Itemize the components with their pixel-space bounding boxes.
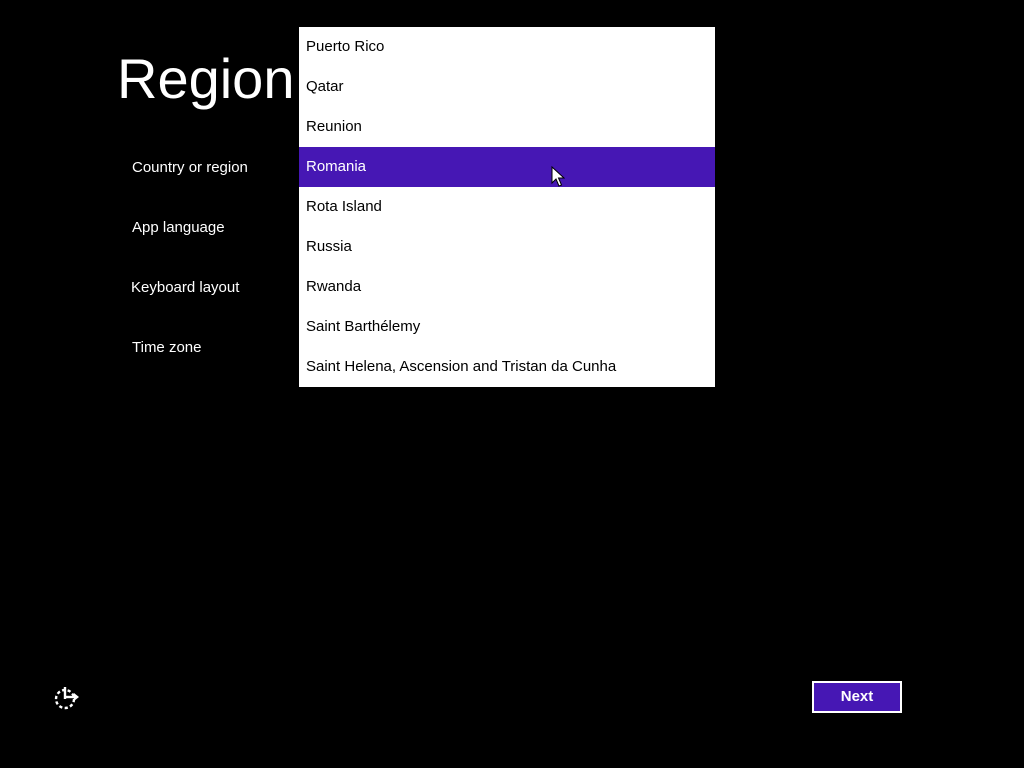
keyboard-layout-label: Keyboard layout [131,279,240,296]
country-option-rota-island[interactable]: Rota Island [299,187,715,227]
country-option-romania[interactable]: Romania [299,147,715,187]
next-button[interactable]: Next [812,681,902,713]
page-title: Region [117,47,295,110]
country-option-saint-helena[interactable]: Saint Helena, Ascension and Tristan da C… [299,347,715,387]
app-language-label: App language [132,219,225,236]
country-dropdown-list[interactable]: Puerto Rico Qatar Reunion Romania Rota I… [299,27,715,387]
mouse-pointer-icon [551,166,565,187]
time-zone-label: Time zone [132,339,202,356]
region-setup-screen: Region Country or region App language Ke… [0,0,1024,768]
country-option-rwanda[interactable]: Rwanda [299,267,715,307]
country-option-qatar[interactable]: Qatar [299,67,715,107]
country-option-saint-barthelemy[interactable]: Saint Barthélemy [299,307,715,347]
country-option-reunion[interactable]: Reunion [299,107,715,147]
ease-of-access-icon[interactable] [52,684,80,712]
country-or-region-label: Country or region [132,159,248,176]
country-option-puerto-rico[interactable]: Puerto Rico [299,27,715,67]
country-option-russia[interactable]: Russia [299,227,715,267]
